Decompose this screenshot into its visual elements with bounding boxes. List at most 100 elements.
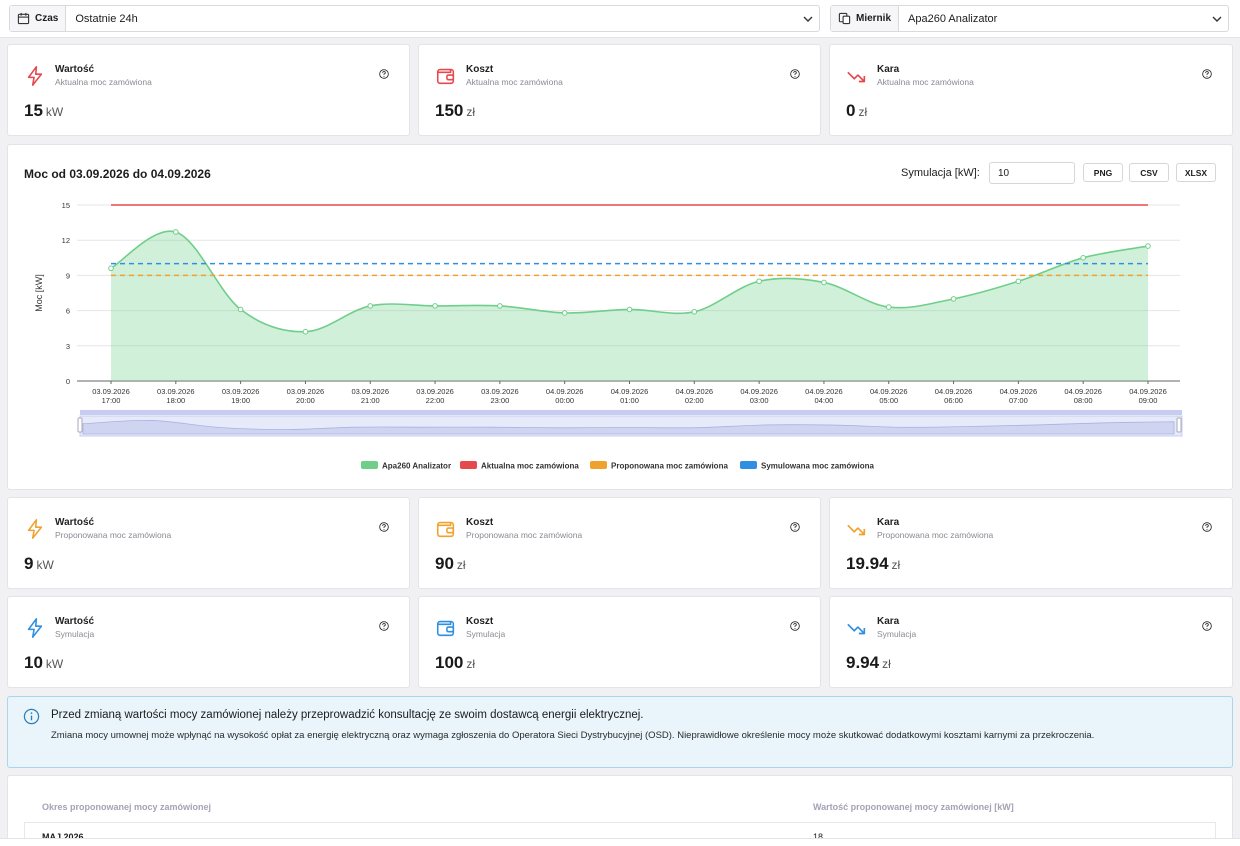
y-tick-label: 9: [66, 271, 70, 280]
meter-label-text: Miernik: [856, 13, 892, 24]
power-chart: 03691215Moc [kW]03.09.202617:0003.09.202…: [34, 201, 1183, 471]
x-tick-label-time: 09:00: [1139, 396, 1158, 405]
x-tick-label-time: 07:00: [1009, 396, 1028, 405]
calendar-icon: [17, 12, 30, 25]
y-tick-label: 15: [62, 201, 70, 210]
x-tick-label-date: 03.09.2026: [157, 387, 195, 396]
x-tick-label-date: 03.09.2026: [222, 387, 260, 396]
help-icon[interactable]: [1202, 618, 1212, 631]
kpi-value-number: 15: [24, 101, 43, 120]
lightning-icon: [24, 65, 46, 87]
kpi-subtitle: Proponowana moc zamówiona: [466, 530, 583, 540]
data-point: [108, 265, 114, 272]
x-tick-label-date: 03.09.2026: [481, 387, 519, 396]
data-point: [173, 229, 179, 235]
kpi-subtitle: Aktualna moc zamówiona: [55, 77, 152, 87]
data-point: [950, 296, 957, 302]
help-icon[interactable]: [790, 519, 800, 532]
kpi-value-number: 10: [24, 653, 43, 672]
x-tick-label-date: 04.09.2026: [1000, 387, 1038, 396]
data-point: [561, 310, 568, 316]
kpi-card: Koszt Symulacja 100 zł: [418, 596, 821, 688]
kpi-subtitle: Aktualna moc zamówiona: [466, 77, 563, 87]
help-icon[interactable]: [1202, 519, 1212, 532]
y-tick-label: 12: [62, 236, 70, 245]
help-icon[interactable]: [790, 618, 800, 631]
kpi-unit: zł: [858, 105, 868, 119]
x-tick-label-date: 04.09.2026: [676, 387, 714, 396]
legend-label: Proponowana moc zamówiona: [611, 462, 728, 471]
kpi-subtitle: Symulacja: [466, 629, 506, 639]
x-tick-label-time: 23:00: [490, 396, 509, 405]
data-point: [497, 303, 503, 309]
kpi-title: Koszt: [466, 64, 494, 75]
data-point: [691, 308, 698, 315]
x-tick-label-time: 08:00: [1074, 396, 1093, 405]
x-tick-label-time: 19:00: [231, 396, 250, 405]
trend-down-icon: [846, 518, 868, 540]
legend-label: Aktualna moc zamówiona: [481, 462, 579, 471]
legend-swatch: [460, 461, 477, 469]
x-tick-label-date: 04.09.2026: [1064, 387, 1102, 396]
kpi-value-number: 9.94: [846, 653, 880, 672]
kpi-title: Koszt: [466, 616, 494, 627]
data-point: [626, 306, 633, 313]
x-tick-label-date: 04.09.2026: [740, 387, 778, 396]
help-icon[interactable]: [379, 618, 389, 631]
kpi-value: 9.94 zł: [846, 653, 891, 673]
kpi-card: Kara Symulacja 9.94 zł: [829, 596, 1233, 688]
x-tick-label-time: 04:00: [815, 396, 834, 405]
kpi-value: 19.94 zł: [846, 554, 900, 574]
kpi-value-number: 150: [435, 101, 464, 120]
help-icon[interactable]: [379, 66, 389, 79]
kpi-subtitle: Aktualna moc zamówiona: [877, 77, 974, 87]
kpi-value-number: 100: [435, 653, 464, 672]
data-point: [1080, 255, 1086, 261]
x-tick-label-time: 17:00: [102, 396, 121, 405]
kpi-card: Kara Proponowana moc zamówiona 19.94 zł: [829, 497, 1233, 589]
info-icon: [23, 708, 40, 725]
slider-right-handle[interactable]: [1176, 417, 1182, 433]
proposal-table: Okres proponowanej mocy zamówionej Warto…: [7, 775, 1233, 846]
chart-card: Moc od 03.09.2026 do 04.09.2026 Symulacj…: [7, 144, 1233, 490]
x-tick-label-date: 03.09.2026: [416, 387, 454, 396]
kpi-value-number: 9: [24, 554, 34, 573]
kpi-unit: kW: [45, 105, 64, 119]
kpi-unit: kW: [36, 558, 54, 572]
data-point: [821, 279, 827, 286]
help-icon[interactable]: [1202, 66, 1212, 79]
x-tick-label-time: 20:00: [296, 396, 315, 405]
kpi-card: Kara Aktualna moc zamówiona 0 zł: [829, 44, 1233, 136]
x-tick-label-time: 02:00: [685, 396, 704, 405]
table-header-value: Wartość proponowanej mocy zamówionej [kW…: [813, 802, 1014, 812]
slider-left-handle[interactable]: [77, 417, 83, 433]
legend-swatch: [740, 461, 757, 469]
legend-label: Symulowana moc zamówiona: [761, 462, 874, 471]
kpi-title: Kara: [877, 64, 900, 75]
x-tick-label-date: 03.09.2026: [287, 387, 325, 396]
info-line-1: Przed zmianą wartości mocy zamówionej na…: [51, 709, 644, 721]
kpi-title: Kara: [877, 616, 900, 627]
slider-handle-bar: [80, 410, 1182, 415]
x-tick-label-time: 03:00: [750, 396, 769, 405]
x-tick-label-time: 22:00: [426, 396, 445, 405]
kpi-card: Koszt Aktualna moc zamówiona 150 zł: [418, 44, 821, 136]
legend-swatch: [590, 461, 607, 469]
time-select[interactable]: Czas Ostatnie 24h: [9, 5, 820, 32]
kpi-subtitle: Symulacja: [877, 629, 917, 639]
time-label-text: Czas: [35, 13, 59, 24]
help-icon[interactable]: [790, 66, 800, 79]
x-tick-label-time: 21:00: [361, 396, 380, 405]
kpi-value: 0 zł: [846, 101, 867, 121]
legend-swatch: [361, 461, 378, 469]
x-tick-label-time: 05:00: [879, 396, 898, 405]
help-icon[interactable]: [379, 519, 389, 532]
info-line-2: Zmiana mocy umownej może wpłynąć na wyso…: [51, 730, 1095, 741]
kpi-unit: zł: [466, 105, 476, 119]
kpi-unit: zł: [891, 558, 901, 572]
wallet-icon: [435, 518, 457, 540]
meter-select[interactable]: Miernik Apa260 Analizator: [830, 5, 1229, 32]
filter-bar: Czas Ostatnie 24h Miernik Apa260 Analiza…: [0, 0, 1240, 38]
lightning-icon: [24, 617, 46, 639]
legend-label: Apa260 Analizator: [382, 462, 451, 471]
